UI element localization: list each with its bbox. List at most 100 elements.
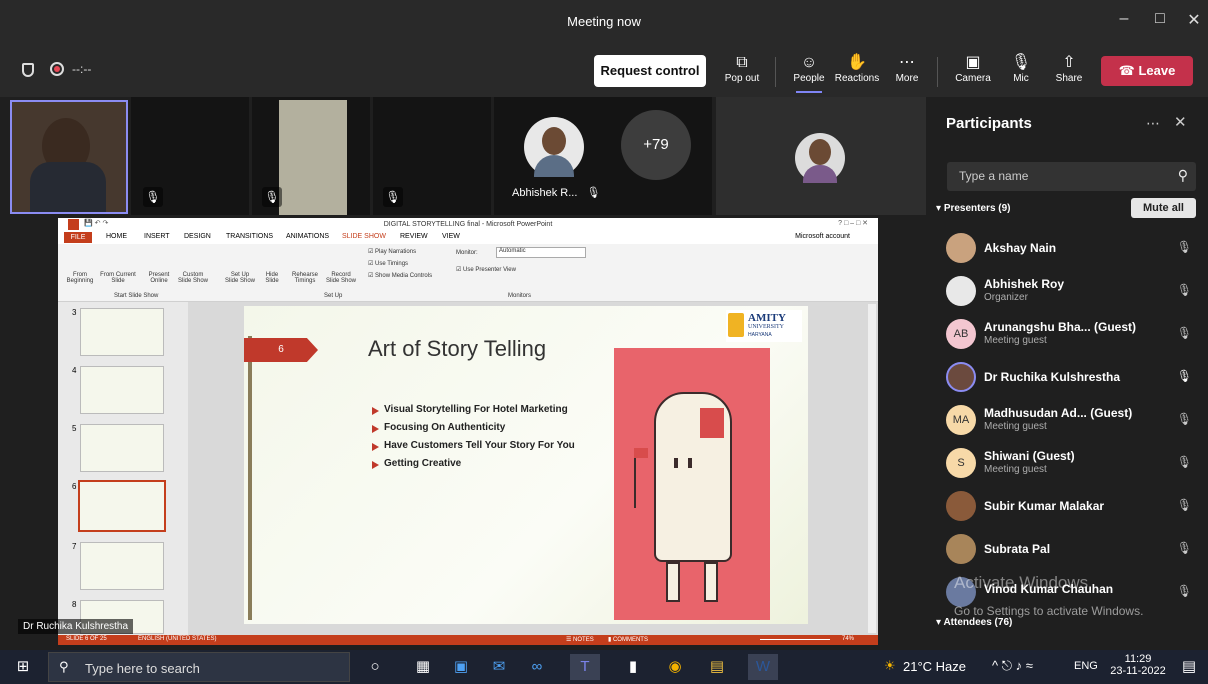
slide-thumbnail-selected[interactable] [78, 480, 166, 532]
file-explorer-icon[interactable]: ▤ [702, 654, 732, 680]
pop-out-icon: ⧉ [736, 54, 748, 71]
video-tile[interactable] [716, 97, 926, 215]
maximize-icon[interactable]: □ [1146, 10, 1174, 28]
people-button[interactable]: ☺ People [786, 49, 832, 95]
request-control-button[interactable]: Request control [594, 55, 706, 87]
weather-text[interactable]: 21°C Haze [903, 659, 966, 674]
participant-row[interactable]: Dr Ruchika Kulshrestha 🎙 [926, 357, 1208, 397]
play-narrations-checkbox[interactable]: ☑ Play Narrations [368, 248, 416, 255]
participant-role: Meeting guest [984, 335, 1047, 346]
windows-start-icon[interactable]: ⊞ [8, 654, 38, 680]
slide-thumbnail-pane[interactable]: 3 4 5 6 7 8 [58, 302, 188, 635]
app-icon[interactable]: ∞ [522, 654, 552, 680]
tile-name-label: Abhishek R... [512, 187, 578, 199]
leave-button[interactable]: ☎ Leave [1101, 56, 1193, 86]
comments-button[interactable]: ▮ COMMENTS [608, 636, 648, 643]
notification-icon[interactable]: ▤ [1174, 654, 1204, 680]
share-button[interactable]: ⇧ Share [1046, 49, 1092, 95]
zoom-slider[interactable] [760, 639, 830, 640]
mic-button[interactable]: 🎙 Mic [998, 49, 1044, 95]
record-button[interactable]: Record Slide Show [324, 272, 358, 284]
slide-scrollbar[interactable] [868, 304, 876, 633]
custom-show-button[interactable]: Custom Slide Show [176, 272, 210, 284]
title-bar: Meeting now – □ ✕ [0, 0, 1208, 45]
overflow-count[interactable]: +79 [621, 110, 691, 180]
more-button[interactable]: ⋯ More [884, 49, 930, 95]
participant-row[interactable]: Abhishek Roy Organizer 🎙 [926, 271, 1208, 311]
participant-row[interactable]: S Shiwani (Guest) Meeting guest 🎙 [926, 443, 1208, 483]
share-label: Share [1055, 73, 1083, 84]
panel-title: Participants [946, 115, 1032, 132]
from-current-button[interactable]: From Current Slide [100, 272, 136, 284]
ppt-tab-view[interactable]: VIEW [442, 233, 460, 240]
ppt-tab-insert[interactable]: INSERT [144, 233, 170, 240]
slide-thumbnail[interactable] [80, 366, 164, 414]
participant-row[interactable]: Subir Kumar Malakar 🎙 [926, 486, 1208, 526]
avatar [946, 276, 976, 306]
ppt-tab-slide-show[interactable]: SLIDE SHOW [342, 233, 386, 240]
video-tile[interactable]: 🎙 [373, 97, 491, 215]
logo-text-3: HARYANA [748, 332, 772, 338]
rehearse-button[interactable]: Rehearse Timings [288, 272, 322, 284]
notes-button[interactable]: ☰ NOTES [566, 636, 594, 643]
ppt-tab-design[interactable]: DESIGN [184, 233, 211, 240]
participant-row[interactable]: Subrata Pal 🎙 [926, 529, 1208, 569]
presenter-view-checkbox[interactable]: ☑ Use Presenter View [456, 266, 516, 273]
minimize-icon[interactable]: – [1110, 10, 1138, 28]
mail-icon[interactable]: ✉ [484, 654, 514, 680]
video-tile-speaker[interactable] [10, 100, 128, 214]
pop-out-button[interactable]: ⧉ Pop out [719, 49, 765, 95]
thumb-number: 7 [72, 542, 77, 551]
file-icon[interactable]: ▮ [618, 654, 648, 680]
taskbar-search[interactable]: ⚲ Type here to search [48, 652, 350, 682]
coffee-cup-illustration [614, 348, 770, 620]
ppt-tab-file[interactable]: FILE [64, 232, 92, 243]
mic-off-icon: 🎙 [1176, 455, 1192, 469]
video-tile[interactable]: 🎙 [131, 97, 249, 215]
monitor-select[interactable]: Automatic [496, 247, 586, 258]
cortana-icon[interactable]: ○ [360, 654, 390, 680]
tray-icons[interactable]: ^ ⎋ ♪ ≈ [992, 658, 1033, 674]
more-options-icon[interactable]: ⋯ [1146, 115, 1160, 132]
present-online-button[interactable]: Present Online [144, 272, 174, 284]
participant-row[interactable]: Akshay Nain 🎙 [926, 228, 1208, 268]
show-media-checkbox[interactable]: ☑ Show Media Controls [368, 272, 432, 279]
ppt-tab-transitions[interactable]: TRANSITIONS [226, 233, 273, 240]
ppt-tab-home[interactable]: HOME [106, 233, 127, 240]
store-icon[interactable]: ▣ [446, 654, 476, 680]
ppt-window-controls: ? □ – □ ✕ [838, 220, 868, 227]
close-icon[interactable]: ✕ [1180, 10, 1208, 30]
ppt-tab-review[interactable]: REVIEW [400, 233, 428, 240]
clock[interactable]: 11:29 23-11-2022 [1108, 653, 1168, 677]
setup-show-button[interactable]: Set Up Slide Show [224, 272, 256, 284]
attendees-section[interactable]: ▾ Attendees (76) [936, 617, 1012, 628]
ppt-account[interactable]: Microsoft account [795, 233, 850, 240]
participant-search-input[interactable]: Type a name ⚲ [947, 162, 1196, 191]
from-beginning-button[interactable]: From Beginning [62, 272, 98, 284]
use-timings-label: Use Timings [375, 261, 409, 267]
participant-row[interactable]: AB Arunangshu Bha... (Guest) Meeting gue… [926, 314, 1208, 354]
use-timings-checkbox[interactable]: ☑ Use Timings [368, 260, 408, 267]
camera-button[interactable]: ▣ Camera [950, 49, 996, 95]
avatar [524, 117, 584, 177]
presenters-section[interactable]: ▾ Presenters (9) [936, 203, 1011, 214]
close-panel-icon[interactable]: ✕ [1174, 113, 1187, 131]
ppt-tab-animations[interactable]: ANIMATIONS [286, 233, 329, 240]
video-tile-abhishek[interactable]: +79 Abhishek R... 🎙 [494, 97, 712, 215]
video-tile[interactable]: 🎙 [252, 97, 370, 215]
slide-thumbnail[interactable] [80, 542, 164, 590]
reactions-button[interactable]: ✋ Reactions [834, 49, 880, 95]
participant-row[interactable]: MA Madhusudan Ad... (Guest) Meeting gues… [926, 400, 1208, 440]
chrome-icon[interactable]: ◉ [660, 654, 690, 680]
thumb-number: 4 [72, 366, 77, 375]
word-icon[interactable]: W [748, 654, 778, 680]
avatar-initials: S [946, 448, 976, 478]
mute-all-button[interactable]: Mute all [1131, 198, 1196, 218]
language-indicator[interactable]: ENG [1074, 660, 1098, 672]
hide-slide-button[interactable]: Hide Slide [260, 272, 284, 284]
weather-icon: ☀ [884, 658, 896, 673]
slide-thumbnail[interactable] [80, 424, 164, 472]
teams-icon[interactable]: T [570, 654, 600, 680]
task-view-icon[interactable]: ▦ [408, 654, 438, 680]
slide-thumbnail[interactable] [80, 308, 164, 356]
